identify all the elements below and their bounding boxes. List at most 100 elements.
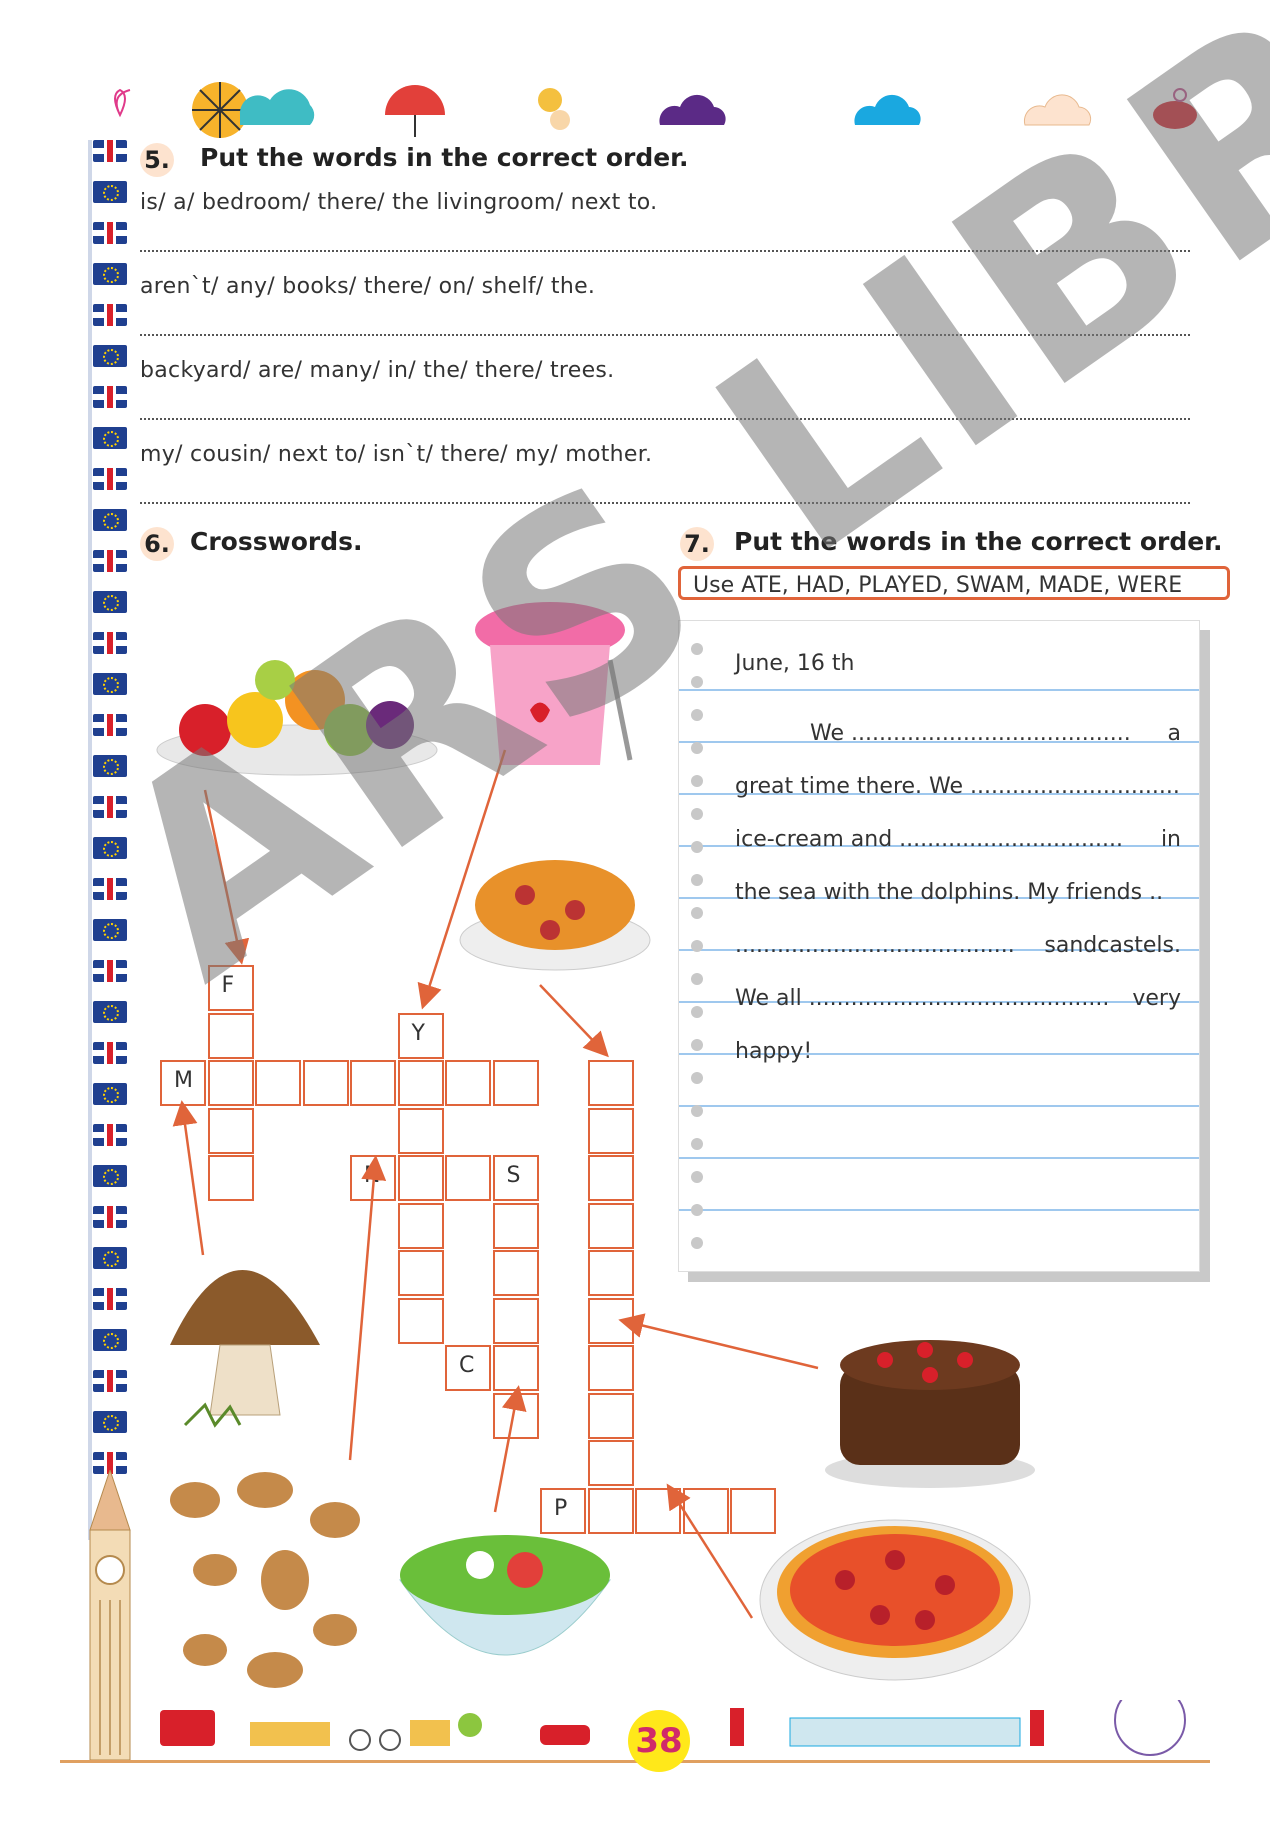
crossword-clue-letter: M	[174, 1068, 193, 1093]
uk-flag-icon	[93, 1206, 127, 1228]
crossword-clue-letter: N	[364, 1163, 381, 1188]
mushroom-icon	[170, 1270, 320, 1428]
umbrella-icon	[385, 85, 445, 137]
salad-icon	[399, 1535, 611, 1656]
bus-icon	[160, 1710, 215, 1746]
diary-text: the sea with the dolphins. My friends ..	[735, 880, 1164, 905]
eu-flag-icon	[93, 673, 127, 695]
uk-flag-icon	[93, 222, 127, 244]
crossword-cell[interactable]	[397, 1250, 444, 1296]
diary-line[interactable]: ........................................…	[735, 933, 1181, 958]
eu-flag-icon	[93, 1411, 127, 1433]
crossword-cell[interactable]: N	[350, 1155, 396, 1201]
notebook-hole	[691, 1105, 703, 1117]
crossword-cell[interactable]	[445, 1155, 491, 1201]
crossword-cell[interactable]: S	[492, 1155, 539, 1201]
diary-line[interactable]: happy!	[735, 1039, 1181, 1064]
diary-text: great time there. We ...................…	[735, 774, 1180, 799]
diary-line[interactable]: We .....................................…	[735, 721, 1181, 746]
crossword-cell[interactable]	[587, 1487, 634, 1534]
uk-flag-icon	[93, 632, 127, 654]
notebook-hole	[691, 1006, 703, 1018]
crossword-cell[interactable]	[397, 1202, 444, 1249]
crossword-cell[interactable]	[397, 1297, 444, 1344]
notebook-hole	[691, 1171, 703, 1183]
diary-line[interactable]: We all .................................…	[735, 986, 1181, 1011]
crossword-cell[interactable]: P	[540, 1487, 586, 1534]
notebook-hole	[691, 1237, 703, 1249]
crossword-cell[interactable]	[492, 1060, 539, 1106]
crossword-cell[interactable]	[255, 1060, 301, 1106]
eu-flag-icon	[93, 1247, 127, 1269]
notebook-hole	[691, 1204, 703, 1216]
crossword-cell[interactable]: M	[160, 1060, 206, 1106]
notebook-hole	[691, 775, 703, 787]
rain-cloud-icon	[239, 89, 315, 125]
notebook-hole	[691, 742, 703, 754]
page-number: 38	[628, 1710, 690, 1772]
blue-cloud-icon	[854, 94, 921, 125]
diary-line[interactable]: great time there. We ...................…	[735, 774, 1181, 799]
uk-flag-icon	[93, 960, 127, 982]
crossword-cell[interactable]: Y	[397, 1012, 444, 1059]
house-icon	[410, 1720, 450, 1746]
uk-flag-icon	[93, 140, 127, 162]
section-5-line-2: aren`t/ any/ books/ there/ on/ shelf/ th…	[140, 274, 596, 299]
crossword-cell[interactable]	[207, 1060, 254, 1106]
cake-icon	[825, 1340, 1035, 1488]
crossword-cell[interactable]	[445, 1060, 491, 1106]
crossword-cell[interactable]	[587, 1392, 634, 1439]
crossword-cell[interactable]: C	[445, 1345, 491, 1391]
crossword-cell[interactable]	[492, 1202, 539, 1249]
crossword-cell[interactable]	[397, 1155, 444, 1201]
uk-flag-icon	[93, 386, 127, 408]
crossword-cell[interactable]	[492, 1345, 539, 1391]
crossword-cell[interactable]	[492, 1250, 539, 1296]
crossword-clue-letter: P	[554, 1495, 568, 1521]
taxi-icon	[540, 1725, 590, 1745]
purple-cloud-icon	[659, 94, 726, 125]
crossword-clue-letter: C	[459, 1353, 475, 1378]
crossword-cell[interactable]	[587, 1250, 634, 1296]
tree-icon	[458, 1713, 482, 1737]
crossword-cell[interactable]	[587, 1202, 634, 1249]
crossword-cell[interactable]	[397, 1107, 444, 1154]
diary-line[interactable]: ice-cream and ..........................…	[735, 827, 1181, 852]
crossword-cell[interactable]	[587, 1060, 634, 1106]
crossword-cell[interactable]	[587, 1155, 634, 1201]
crossword-cell[interactable]	[207, 1155, 254, 1201]
crossword-cell[interactable]	[397, 1060, 444, 1106]
notebook-rule	[679, 1157, 1199, 1159]
bird-icon	[538, 88, 570, 130]
crossword-cell[interactable]	[587, 1345, 634, 1391]
uk-flag-icon	[93, 304, 127, 326]
bicycle-icon	[349, 1729, 401, 1751]
crossword-cell[interactable]	[302, 1060, 349, 1106]
crossword-cell[interactable]	[587, 1107, 634, 1154]
section-5-title: Put the words in the correct order.	[200, 143, 689, 172]
eu-flag-icon	[93, 591, 127, 613]
notebook-hole	[691, 841, 703, 853]
crossword-cell[interactable]	[207, 1107, 254, 1154]
uk-flag-icon	[93, 1124, 127, 1146]
sun-icon	[192, 82, 248, 138]
notebook-hole	[691, 1138, 703, 1150]
notebook-page: June, 16 th We .........................…	[678, 620, 1200, 1272]
diary-text: ........................................	[735, 933, 1015, 958]
crossword-cell[interactable]	[492, 1392, 539, 1439]
diary-text-end: in	[1160, 827, 1181, 852]
notebook-hole	[691, 907, 703, 919]
crossword-cell[interactable]	[587, 1440, 634, 1486]
eu-flag-icon	[93, 919, 127, 941]
crossword-cell[interactable]	[730, 1487, 776, 1534]
crossword-cell[interactable]	[350, 1060, 396, 1106]
crossword-cell[interactable]	[587, 1297, 634, 1344]
crossword-clue-letter: Y	[411, 1020, 425, 1046]
eu-flag-icon	[93, 181, 127, 203]
crossword-cell[interactable]	[492, 1297, 539, 1344]
section-6-number: 6.	[140, 527, 174, 561]
crossword-cell[interactable]	[635, 1487, 681, 1534]
crossword-cell[interactable]	[682, 1487, 729, 1534]
diary-line[interactable]: the sea with the dolphins. My friends ..	[735, 880, 1181, 905]
uk-flag-icon	[93, 1288, 127, 1310]
